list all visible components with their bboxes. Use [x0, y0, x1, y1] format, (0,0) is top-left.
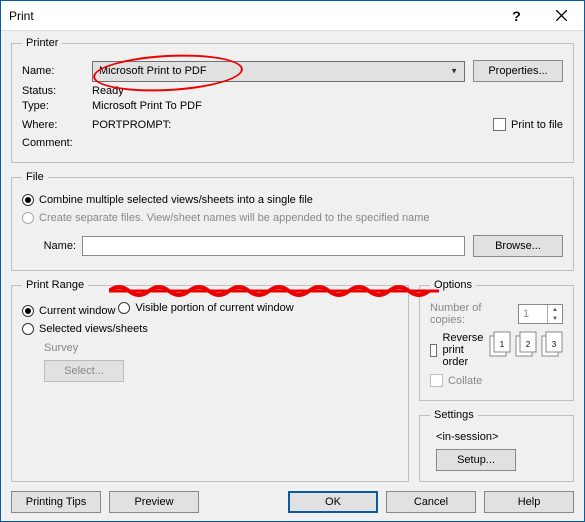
checkbox-icon: [493, 118, 506, 131]
options-group: Options Number of copies: 1 ▲▼ Reverse p…: [419, 279, 574, 401]
printing-tips-button[interactable]: Printing Tips: [11, 491, 101, 513]
copies-label: Number of copies:: [430, 302, 518, 326]
type-value: Microsoft Print To PDF: [92, 100, 202, 112]
radio-icon: [22, 194, 34, 206]
separate-radio: Create separate files. View/sheet names …: [22, 212, 430, 224]
printer-legend: Printer: [22, 37, 62, 49]
select-button: Select...: [44, 360, 124, 382]
comment-label: Comment:: [22, 137, 92, 149]
spinner-arrows[interactable]: ▲▼: [547, 305, 562, 323]
ok-button[interactable]: OK: [288, 491, 378, 513]
type-label: Type:: [22, 100, 92, 112]
setup-button[interactable]: Setup...: [436, 449, 516, 471]
properties-button[interactable]: Properties...: [473, 60, 563, 82]
radio-icon: [118, 302, 130, 314]
file-group: File Combine multiple selected views/she…: [11, 171, 574, 271]
printer-name-select[interactable]: Microsoft Print to PDF ▼: [92, 61, 465, 82]
help-button[interactable]: Help: [484, 491, 574, 513]
reverse-order-checkbox[interactable]: Reverse print order: [430, 332, 489, 368]
chevron-down-icon: ▼: [450, 67, 458, 76]
window-title: Print: [9, 9, 494, 23]
svg-text:3: 3: [552, 340, 557, 349]
file-legend: File: [22, 171, 48, 183]
copies-spinner[interactable]: 1 ▲▼: [518, 304, 563, 324]
printer-group: Printer Name: Microsoft Print to PDF ▼ P…: [11, 37, 574, 163]
name-label: Name:: [22, 65, 92, 77]
combine-radio[interactable]: Combine multiple selected views/sheets i…: [22, 194, 313, 206]
where-label: Where:: [22, 119, 92, 131]
titlebar: Print ?: [1, 1, 584, 31]
button-bar: Printing Tips Preview OK Cancel Help: [11, 491, 574, 513]
checkbox-icon: [430, 344, 437, 357]
settings-group: Settings <in-session> Setup...: [419, 409, 574, 482]
help-icon[interactable]: ?: [494, 1, 539, 30]
range-legend: Print Range: [22, 279, 88, 291]
copies-value: 1: [519, 305, 547, 323]
collate-preview-icon: 1 2 3: [489, 331, 563, 390]
settings-legend: Settings: [430, 409, 478, 421]
session-label: <in-session>: [430, 429, 563, 449]
survey-label: Survey: [44, 342, 398, 354]
printer-name-value: Microsoft Print to PDF: [99, 65, 207, 77]
close-icon[interactable]: [539, 1, 584, 30]
radio-icon: [22, 305, 34, 317]
options-legend: Options: [430, 279, 476, 291]
checkbox-icon: [430, 374, 443, 387]
file-name-label: Name:: [22, 240, 82, 252]
radio-icon: [22, 323, 34, 335]
collate-checkbox: Collate: [430, 374, 482, 387]
current-window-radio[interactable]: Current window: [22, 305, 115, 317]
preview-button[interactable]: Preview: [109, 491, 199, 513]
selected-views-radio[interactable]: Selected views/sheets: [22, 323, 148, 335]
radio-icon: [22, 212, 34, 224]
svg-text:2: 2: [526, 340, 531, 349]
status-label: Status:: [22, 85, 92, 97]
print-to-file-checkbox[interactable]: Print to file: [493, 118, 563, 131]
where-value: PORTPROMPT:: [92, 119, 171, 131]
status-value: Ready: [92, 85, 124, 97]
file-name-input[interactable]: [82, 236, 465, 256]
cancel-button[interactable]: Cancel: [386, 491, 476, 513]
svg-text:1: 1: [500, 340, 505, 349]
browse-button[interactable]: Browse...: [473, 235, 563, 257]
print-range-group: Print Range Current window Visible porti…: [11, 279, 409, 482]
visible-portion-radio[interactable]: Visible portion of current window: [118, 302, 293, 314]
print-dialog: Print ? Printer Name: Microsoft Print to…: [0, 0, 585, 522]
